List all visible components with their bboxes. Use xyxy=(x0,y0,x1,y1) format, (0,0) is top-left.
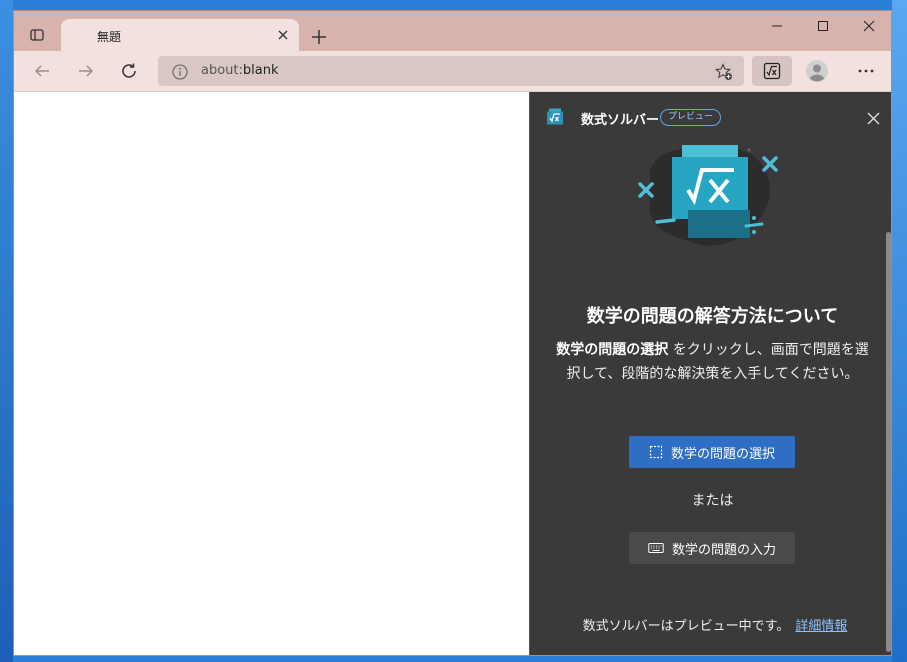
profile-button[interactable] xyxy=(804,58,830,84)
tab-title: 無題 xyxy=(97,30,122,44)
math-solver-button[interactable] xyxy=(752,56,792,86)
footer-text: 数式ソルバーはプレビュー中です。 xyxy=(582,619,790,634)
address-host: blank xyxy=(242,63,279,78)
math-solver-logo-icon xyxy=(547,108,563,125)
maximize-button[interactable] xyxy=(800,11,846,41)
type-math-problem-label: 数学の問題の入力 xyxy=(671,542,776,558)
refresh-icon xyxy=(122,63,136,78)
desktop-background-right xyxy=(892,0,907,662)
toolbar: about:blank xyxy=(14,51,891,92)
type-math-problem-button[interactable]: 数学の問題の入力 xyxy=(629,532,795,564)
tab-actions-icon xyxy=(30,29,44,41)
pane-title: 数式ソルバー xyxy=(581,113,660,128)
browser-window: 無題 about:blank 数式ソルバー プレビュー 数学の問題の解答方法につ… xyxy=(13,10,892,656)
new-tab-button[interactable] xyxy=(307,25,331,49)
title-bar: 無題 xyxy=(14,11,891,51)
profile-icon xyxy=(806,60,828,82)
keyboard-icon xyxy=(648,543,664,553)
close-window-button[interactable] xyxy=(846,11,891,41)
pane-heading: 数学の問題の解答方法について xyxy=(586,306,839,327)
preview-badge: プレビュー xyxy=(660,109,722,126)
address-bar[interactable]: about:blank xyxy=(158,56,744,86)
plus-icon xyxy=(312,30,326,44)
select-math-problem-button[interactable]: 数学の問題の選択 xyxy=(629,436,795,468)
more-icon xyxy=(858,69,874,73)
learn-more-link[interactable]: 詳細情報 xyxy=(795,619,847,634)
desktop-background-left xyxy=(0,0,13,662)
forward-icon xyxy=(79,65,94,77)
close-icon xyxy=(863,20,875,32)
add-favorite-button[interactable] xyxy=(715,63,733,81)
page-content xyxy=(14,92,529,655)
favorite-add-icon xyxy=(715,63,732,80)
address-text: about:blank xyxy=(201,63,279,78)
close-icon xyxy=(867,112,879,124)
tab-close-button[interactable] xyxy=(275,27,291,43)
address-scheme: about: xyxy=(201,63,243,78)
back-button[interactable] xyxy=(28,59,56,83)
tab-active[interactable]: 無題 xyxy=(61,19,299,51)
refresh-button[interactable] xyxy=(115,59,143,83)
back-icon xyxy=(34,65,49,77)
pane-description: 数学の問題の選択 をクリックし、画面で問題を選択して、段階的な解決策を入手してく… xyxy=(555,338,870,386)
pane-footer: 数式ソルバーはプレビュー中です。 詳細情報 xyxy=(550,615,880,634)
tab-actions-button[interactable] xyxy=(22,23,52,47)
close-icon xyxy=(278,30,288,40)
maximize-icon xyxy=(818,21,828,31)
site-info-button[interactable] xyxy=(171,63,189,81)
or-text: または xyxy=(691,493,734,509)
minimize-button[interactable] xyxy=(754,11,800,41)
minimize-icon xyxy=(772,25,782,27)
pane-close-button[interactable] xyxy=(865,110,881,126)
pane-header: 数式ソルバー プレビュー xyxy=(530,92,891,142)
math-solver-illustration xyxy=(638,145,778,246)
info-icon xyxy=(172,64,188,80)
pane-scrollbar[interactable] xyxy=(886,232,891,652)
math-solver-pane: 数式ソルバー プレビュー 数学の問題の解答方法について 数学の問題の選択 をクリ… xyxy=(529,92,891,655)
settings-more-button[interactable] xyxy=(852,59,880,83)
math-solver-icon xyxy=(763,62,781,80)
forward-button[interactable] xyxy=(72,59,100,83)
select-math-problem-label: 数学の問題の選択 xyxy=(670,446,775,462)
select-region-icon xyxy=(649,445,663,459)
description-emphasis: 数学の問題の選択 xyxy=(556,342,669,358)
